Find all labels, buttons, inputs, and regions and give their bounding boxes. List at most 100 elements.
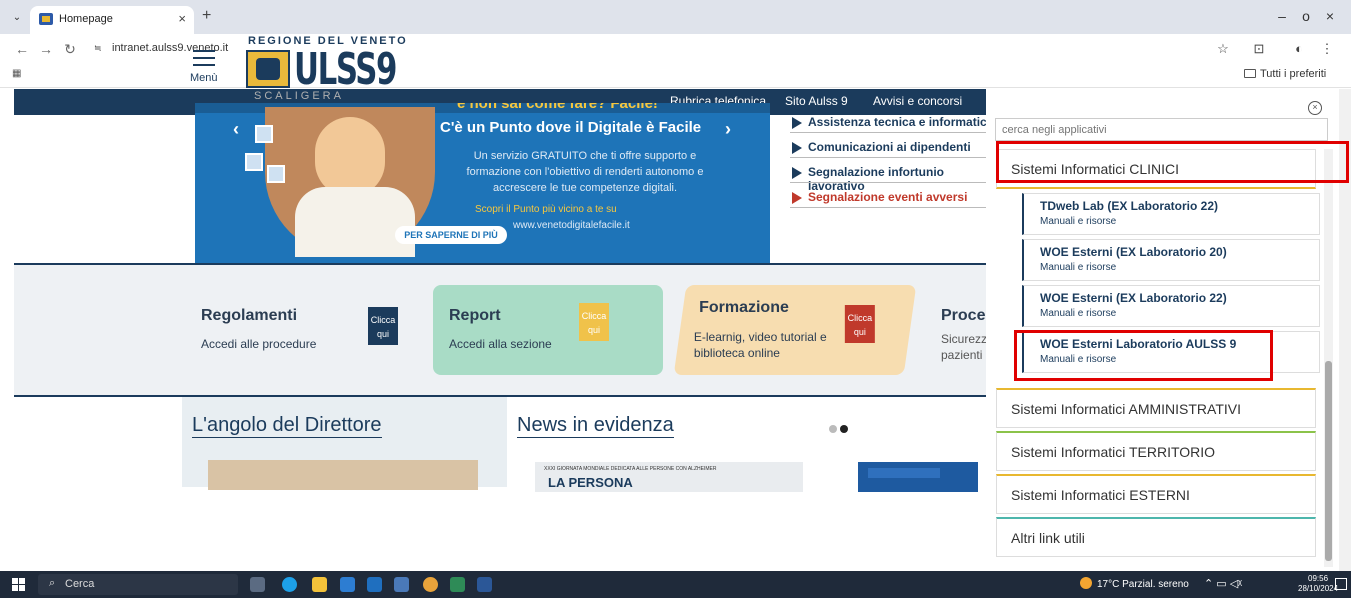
app-icon[interactable] — [394, 577, 409, 592]
quick-link[interactable]: Segnalazione infortunio lavorativo — [790, 165, 1000, 193]
bookmarks-folder-label: Tutti i preferiti — [1260, 68, 1327, 80]
edge-icon[interactable] — [282, 577, 297, 592]
category-territorio[interactable]: Sistemi Informatici TERRITORIO — [996, 431, 1316, 471]
panel-scrollbar-thumb[interactable] — [1325, 361, 1332, 561]
quick-link[interactable]: Comunicazioni ai dipendenti — [790, 140, 1000, 165]
director-photo — [208, 460, 478, 490]
card-regolamenti: Regolamenti Accedi alle procedure Clicca… — [185, 285, 415, 375]
card-title: Report — [449, 307, 501, 324]
site-info-icon[interactable]: ≒ — [94, 43, 102, 54]
lion-logo-icon — [246, 50, 290, 88]
weather-text: 17°C Parzial. sereno — [1097, 579, 1189, 590]
item-desc: Manuali e risorse — [1040, 262, 1117, 273]
hero-banner[interactable]: e non sai come fare? Facile! ‹ C'è un Pu… — [195, 103, 770, 263]
category-amministrativi[interactable]: Sistemi Informatici AMMINISTRATIVI — [996, 388, 1316, 428]
site-favicon-icon — [39, 13, 53, 25]
carousel-dot[interactable] — [829, 425, 837, 433]
card-click-button[interactable]: Clicca qui — [368, 307, 398, 345]
clock[interactable]: 09:56 28/10/2024 — [1298, 574, 1338, 594]
highlight-box — [1014, 330, 1273, 381]
forward-arrow-icon[interactable]: → — [38, 41, 54, 57]
nav-sito-link[interactable]: Sito Aulss 9 — [785, 94, 848, 108]
regione-badge — [868, 468, 940, 478]
back-arrow-icon[interactable]: ← — [14, 41, 30, 57]
profile-avatar-icon[interactable]: ◐ — [1290, 41, 1308, 56]
taskbar-search[interactable]: ⌕ Cerca — [38, 574, 238, 595]
app-icon[interactable] — [450, 577, 465, 592]
task-view-icon[interactable] — [250, 577, 265, 592]
bookmarks-folder[interactable]: Tutti i preferiti — [1244, 68, 1326, 80]
chrome-icon[interactable] — [423, 577, 438, 592]
hamburger-menu-icon[interactable] — [193, 50, 215, 71]
search-icon: ⌕ — [49, 577, 56, 589]
bookmark-star-icon[interactable]: ☆ — [1214, 41, 1232, 57]
weather-widget[interactable]: 17°C Parzial. sereno — [1080, 577, 1189, 590]
notification-icon[interactable] — [1335, 578, 1347, 590]
banner-link-url[interactable]: www.venetodigitalefacile.it — [513, 220, 630, 231]
site-logo-text[interactable]: ULSS9 — [294, 44, 397, 95]
weather-sun-icon — [1080, 577, 1092, 589]
mail-icon[interactable] — [367, 577, 382, 592]
category-esterni[interactable]: Sistemi Informatici ESTERNI — [996, 474, 1316, 514]
apps-grid-icon[interactable]: ▦ — [12, 68, 21, 79]
banner-text: Un servizio GRATUITO che ti offre suppor… — [466, 150, 704, 194]
taskbar-search-label: Cerca — [65, 578, 95, 590]
card-report: Report Accedi alla sezione Clicca qui — [433, 285, 663, 375]
list-item[interactable]: WOE Esterni (EX Laboratorio 20) Manuali … — [1022, 239, 1320, 281]
windows-start-icon[interactable] — [12, 578, 25, 591]
item-desc: Manuali e risorse — [1040, 308, 1117, 319]
banner-title: C'è un Punto dove il Digitale è Facile — [440, 119, 702, 136]
system-tray-icons[interactable]: ⌃ ▭ ◁ᵡ — [1204, 577, 1242, 590]
panel-scrollbar[interactable] — [1324, 149, 1333, 567]
banner-more-button[interactable]: PER SAPERNE DI PIÙ — [395, 226, 507, 244]
banner-prev-icon[interactable]: ‹ — [233, 119, 239, 140]
quick-link[interactable]: Segnalazione eventi avversi — [790, 190, 1000, 215]
category-altri[interactable]: Altri link utili — [996, 517, 1316, 557]
minimize-button[interactable]: – — [1272, 8, 1292, 24]
card-desc: Accedi alle procedure — [201, 337, 317, 351]
news-thumb-caption: XXXI GIORNATA MONDIALE DEDICATA ALLE PER… — [544, 466, 717, 472]
word-icon[interactable] — [477, 577, 492, 592]
folder-icon — [1244, 69, 1256, 78]
banner-next-icon[interactable]: › — [725, 119, 731, 140]
browser-menu-icon[interactable]: ⋮ — [1318, 41, 1336, 57]
card-desc: Accedi alla sezione — [449, 337, 552, 351]
extensions-icon[interactable]: ⊡ — [1250, 41, 1268, 57]
quick-link[interactable]: Assistenza tecnica e informatica — [790, 115, 1000, 140]
list-item[interactable]: WOE Esterni (EX Laboratorio 22) Manuali … — [1022, 285, 1320, 327]
store-icon[interactable] — [340, 577, 355, 592]
list-item[interactable]: TDweb Lab (EX Laboratorio 22) Manuali e … — [1022, 193, 1320, 235]
close-circle-icon[interactable]: × — [1308, 101, 1322, 115]
decor-cube — [255, 125, 273, 143]
carousel-dot[interactable] — [840, 425, 848, 433]
tab-close-icon[interactable]: × — [178, 11, 186, 26]
highlight-box — [996, 141, 1349, 183]
card-title: Regolamenti — [201, 307, 298, 324]
banner-cut-title: e non sai come fare? Facile! — [457, 103, 658, 112]
card-click-button[interactable]: Clicca qui — [844, 305, 875, 343]
news-title[interactable]: News in evidenza — [517, 414, 674, 438]
close-window-button[interactable]: × — [1320, 8, 1340, 24]
site-logo-subtitle: SCALIGERA — [254, 90, 344, 102]
browser-tab-bar: ⌄ Homepage × + – ᴏ × — [0, 0, 1351, 34]
banner-link-label: Scopri il Punto più vicino a te su — [475, 204, 617, 215]
item-desc: Manuali e risorse — [1040, 216, 1117, 227]
tab-homepage[interactable]: Homepage × — [30, 6, 194, 34]
tab-title: Homepage — [59, 13, 113, 25]
angolo-title[interactable]: L'angolo del Direttore — [192, 414, 382, 438]
apps-search-input[interactable] — [995, 118, 1328, 141]
menu-label[interactable]: Menù — [190, 72, 218, 84]
news-thumbnail[interactable] — [858, 462, 978, 492]
decor-cube — [245, 153, 263, 171]
card-desc: E-learnig, video tutorial e biblioteca o… — [693, 330, 827, 360]
nav-avvisi-link[interactable]: Avvisi e concorsi — [873, 94, 962, 108]
card-click-button[interactable]: Clicca qui — [579, 303, 609, 341]
reload-icon[interactable]: ↻ — [62, 41, 78, 58]
file-explorer-icon[interactable] — [312, 577, 327, 592]
section-divider — [14, 395, 1004, 397]
tab-list-chevron-icon[interactable]: ⌄ — [8, 9, 26, 27]
restore-button[interactable]: ᴏ — [1296, 8, 1316, 24]
decor-cube — [267, 165, 285, 183]
new-tab-button[interactable]: + — [202, 7, 211, 25]
taskbar: ⌕ Cerca 17°C Parzial. sereno ⌃ ▭ ◁ᵡ 09:5… — [0, 571, 1351, 598]
